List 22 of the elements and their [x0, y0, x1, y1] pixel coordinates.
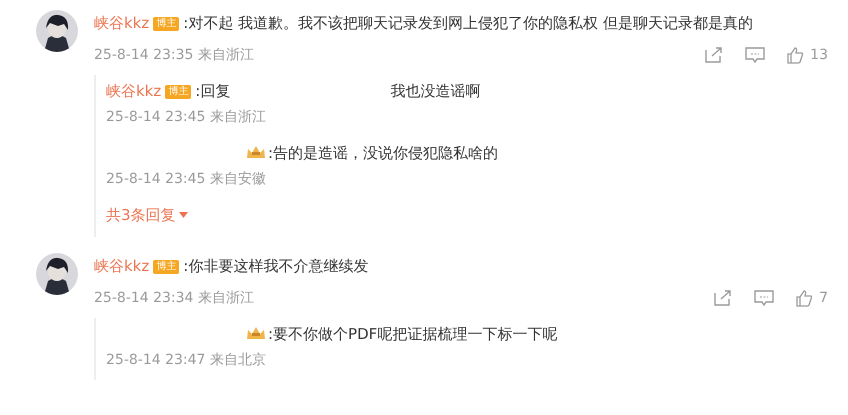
caret-icon	[178, 212, 188, 218]
reply-time: 25-8-14 23:45 来自安徽	[106, 170, 267, 189]
comment-text: 峡谷kkz 博主 :对不起 我道歉。我不该把聊天记录发到网上侵犯了你的隐私权 但是聊天记录都是真的	[94, 13, 754, 34]
reply-time: 25-8-14 23:47 来自北京	[106, 351, 267, 370]
comment-time: 25-8-14 23:34 来自浙江	[94, 289, 254, 308]
user-avatar[interactable]	[36, 10, 78, 52]
comment-icon[interactable]	[754, 290, 774, 306]
share-icon[interactable]	[705, 47, 724, 63]
reply-text: :告的是造谣，没说你侵犯隐私啥的	[106, 140, 828, 167]
share-icon[interactable]	[714, 290, 732, 306]
crown-icon	[246, 145, 266, 159]
crown-icon	[246, 326, 266, 340]
reply-text: 峡谷kkz 博主 :回复 我也没造谣啊	[106, 81, 482, 102]
comment-text: 峡谷kkz 博主 :你非要这样我不介意继续发	[94, 256, 370, 277]
reply-time: 25-8-14 23:45 来自浙江	[106, 108, 267, 127]
like-button[interactable]: 13	[787, 46, 828, 64]
user-avatar[interactable]	[36, 253, 78, 295]
like-button[interactable]: 7	[796, 290, 828, 306]
more-replies-link[interactable]: 共3条回复	[106, 199, 188, 237]
comment-time: 25-8-14 23:35 来自浙江	[94, 46, 254, 65]
comment-icon[interactable]	[745, 46, 766, 64]
reply-text: :要不你做个PDF呢把证据梳理一下标一下呢	[106, 321, 828, 348]
